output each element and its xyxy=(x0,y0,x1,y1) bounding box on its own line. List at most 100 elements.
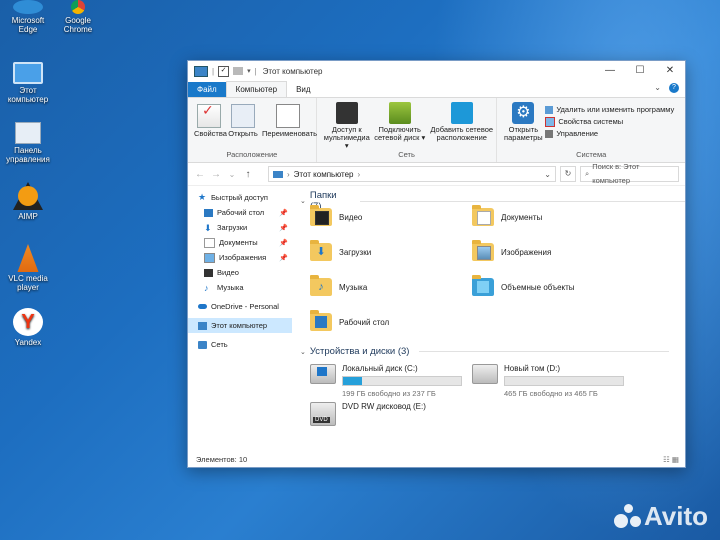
open-button[interactable]: Открыть xyxy=(228,104,258,138)
desktop-icon-aimp[interactable]: AIMP xyxy=(0,182,56,221)
ribbon-group-system: ⚙ Открыть параметры Удалить или изменить… xyxy=(497,98,685,162)
drive-item-e[interactable]: DVD DVD RW дисковод (E:) xyxy=(310,402,426,426)
drives-section-header[interactable]: ⌄ Устройства и диски (3) xyxy=(300,346,670,357)
desktop-icon-label: Панель управления xyxy=(6,146,50,164)
nav-item-desktop[interactable]: Рабочий стол 📌 xyxy=(188,205,292,220)
system-links: Удалить или изменить программу Свойства … xyxy=(545,104,674,140)
network-icon xyxy=(198,340,207,349)
tab-computer[interactable]: Компьютер xyxy=(225,81,288,97)
title-bar[interactable]: | ✓ ▾ | Этот компьютер — ☐ ✕ xyxy=(188,61,685,81)
chrome-icon xyxy=(71,0,85,14)
minimize-button[interactable]: — xyxy=(595,61,625,81)
desktop-icon-edge[interactable]: Microsoft Edge xyxy=(0,0,56,34)
collapse-ribbon-icon[interactable]: ⌄ xyxy=(654,83,661,93)
pin-icon: 📌 xyxy=(279,254,288,262)
nav-item-downloads[interactable]: ⬇ Загрузки 📌 xyxy=(188,220,292,235)
music-icon: ♪ xyxy=(204,282,209,293)
media-server-icon xyxy=(335,102,358,124)
edge-icon xyxy=(13,0,43,14)
hard-drive-icon xyxy=(472,364,498,384)
cube-icon xyxy=(472,275,494,296)
properties-button[interactable]: Свойства xyxy=(194,104,227,138)
nav-item-documents[interactable]: Документы 📌 xyxy=(188,235,292,250)
view-toggle-icons[interactable]: ☷ ▦ xyxy=(663,453,679,467)
folder-item-music[interactable]: ♪ Музыка xyxy=(310,275,367,296)
drive-usage-fill xyxy=(343,377,362,385)
folder-pictures-icon xyxy=(472,240,494,261)
nav-item-videos[interactable]: Видео xyxy=(188,265,292,280)
tab-view[interactable]: Вид xyxy=(287,82,319,97)
address-row: ← → ⌄ ↑ › Этот компьютер › ⌄ ↻ ⌕ Поиск в… xyxy=(188,162,685,186)
drive-item-d[interactable]: Новый том (D:) 465 ГБ свободно из 465 ГБ xyxy=(472,364,624,398)
desktop-icon-label: Google Chrome xyxy=(63,16,93,34)
desktop-icon-control-panel[interactable]: Панель управления xyxy=(0,122,56,164)
computer-icon xyxy=(13,62,43,84)
manage-link[interactable]: Управление xyxy=(545,128,674,140)
ribbon-group-network: Доступ к мультимедиа ▾ Подключить сетево… xyxy=(317,98,498,162)
address-dropdown-icon[interactable]: ⌄ xyxy=(544,170,551,179)
nav-item-pictures[interactable]: Изображения 📌 xyxy=(188,250,292,265)
cloud-icon xyxy=(198,304,207,309)
back-button[interactable]: ← xyxy=(194,169,206,180)
quick-access-toolbar: | ✓ ▾ | xyxy=(188,65,257,77)
nav-item-quick-access[interactable]: ★ Быстрый доступ xyxy=(188,190,292,205)
nav-item-this-pc[interactable]: Этот компьютер xyxy=(188,318,292,333)
desktop-icon-yandex[interactable]: Y Yandex xyxy=(0,308,56,347)
close-button[interactable]: ✕ xyxy=(655,61,685,81)
dvd-drive-icon: DVD xyxy=(310,402,336,426)
picture-icon xyxy=(204,252,215,263)
address-bar[interactable]: › Этот компьютер › ⌄ xyxy=(268,166,556,182)
breadcrumb[interactable]: Этот компьютер xyxy=(294,170,354,179)
help-icon[interactable]: ? xyxy=(669,83,679,93)
recent-locations-button[interactable]: ⌄ xyxy=(226,170,238,179)
system-properties-link[interactable]: Свойства системы xyxy=(545,116,674,128)
folder-documents-icon xyxy=(472,205,494,226)
video-icon xyxy=(204,268,213,277)
folder-item-documents[interactable]: Документы xyxy=(472,205,542,226)
search-icon: ⌕ xyxy=(585,169,590,178)
nav-item-onedrive[interactable]: OneDrive - Personal xyxy=(188,299,292,314)
folder-item-3d-objects[interactable]: Объемные объекты xyxy=(472,275,575,296)
media-access-button[interactable]: Доступ к мультимедиа ▾ xyxy=(323,102,371,150)
properties-quick-icon[interactable]: ✓ xyxy=(218,65,230,77)
pin-icon: 📌 xyxy=(279,239,288,247)
search-input[interactable]: ⌕ Поиск в: Этот компьютер xyxy=(580,162,679,185)
drive-usage-bar xyxy=(504,376,624,386)
explorer-window: | ✓ ▾ | Этот компьютер — ☐ ✕ Файл Компью… xyxy=(187,60,686,468)
ribbon-tabs: Файл Компьютер Вид ⌄ ? xyxy=(188,81,685,98)
folder-item-desktop[interactable]: Рабочий стол xyxy=(310,310,389,331)
drive-free-space: 465 ГБ свободно из 465 ГБ xyxy=(504,389,598,398)
group-label-location: Расположение xyxy=(226,150,278,159)
network-drive-icon xyxy=(388,102,411,124)
refresh-button[interactable]: ↻ xyxy=(560,166,576,182)
customize-toolbar-icon[interactable]: ▾ xyxy=(247,67,251,75)
group-label-network: Сеть xyxy=(398,150,415,159)
chevron-down-icon: ⌄ xyxy=(300,198,306,205)
windows-drive-icon xyxy=(310,364,336,384)
forward-button[interactable]: → xyxy=(210,169,222,180)
drive-label: Локальный диск (C:) xyxy=(342,364,418,373)
nav-item-network[interactable]: Сеть xyxy=(188,337,292,352)
folder-item-downloads[interactable]: ⬇ Загрузки xyxy=(310,240,371,261)
drive-item-c[interactable]: Локальный диск (C:) 199 ГБ свободно из 2… xyxy=(310,364,462,398)
tab-file[interactable]: Файл xyxy=(188,82,226,97)
add-network-location-button[interactable]: Добавить сетевое расположение xyxy=(429,102,495,142)
rename-button[interactable]: Переименовать xyxy=(262,104,317,138)
open-settings-button[interactable]: ⚙ Открыть параметры xyxy=(503,102,543,142)
folder-desktop-icon xyxy=(310,310,332,331)
uninstall-program-link[interactable]: Удалить или изменить программу xyxy=(545,104,674,116)
up-button[interactable]: ↑ xyxy=(242,169,254,180)
avito-watermark: Avito xyxy=(613,501,708,532)
folder-item-videos[interactable]: Видео xyxy=(310,205,362,226)
nav-item-music[interactable]: ♪ Музыка xyxy=(188,280,292,295)
desktop-icon-chrome[interactable]: Google Chrome xyxy=(50,0,106,34)
folder-item-pictures[interactable]: Изображения xyxy=(472,240,551,261)
map-network-drive-button[interactable]: Подключить сетевой диск ▾ xyxy=(373,102,427,142)
pin-icon: 📌 xyxy=(279,224,288,232)
desktop-icon-this-pc[interactable]: Этот компьютер xyxy=(0,56,56,104)
maximize-button[interactable]: ☐ xyxy=(625,61,655,81)
document-icon xyxy=(204,237,215,248)
new-folder-quick-icon[interactable] xyxy=(233,67,244,75)
desktop-icon-vlc[interactable]: VLC media player xyxy=(0,244,56,292)
rename-icon xyxy=(276,104,300,128)
